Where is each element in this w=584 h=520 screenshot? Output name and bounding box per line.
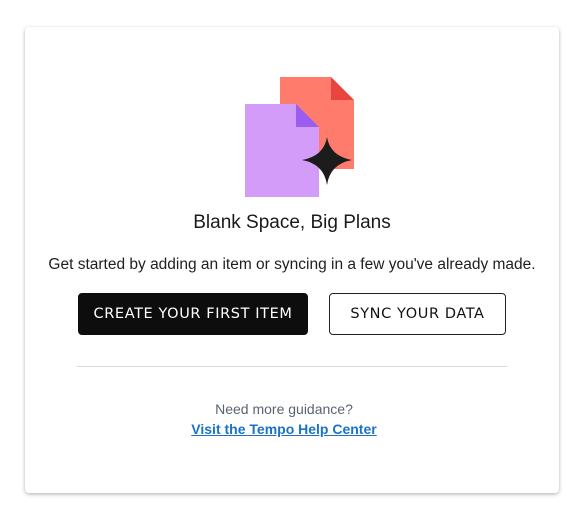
- sync-data-button[interactable]: SYNC YOUR DATA: [329, 293, 506, 335]
- empty-state-title: Blank Space, Big Plans: [193, 212, 391, 233]
- help-center-link[interactable]: Visit the Tempo Help Center: [0, 421, 568, 437]
- documents-sparkle-icon: [240, 74, 360, 200]
- divider: [77, 366, 507, 367]
- create-first-item-button[interactable]: CREATE YOUR FIRST ITEM: [78, 293, 308, 335]
- help-prompt: Need more guidance?: [215, 401, 353, 417]
- empty-state-description: Get started by adding an item or syncing…: [48, 256, 536, 273]
